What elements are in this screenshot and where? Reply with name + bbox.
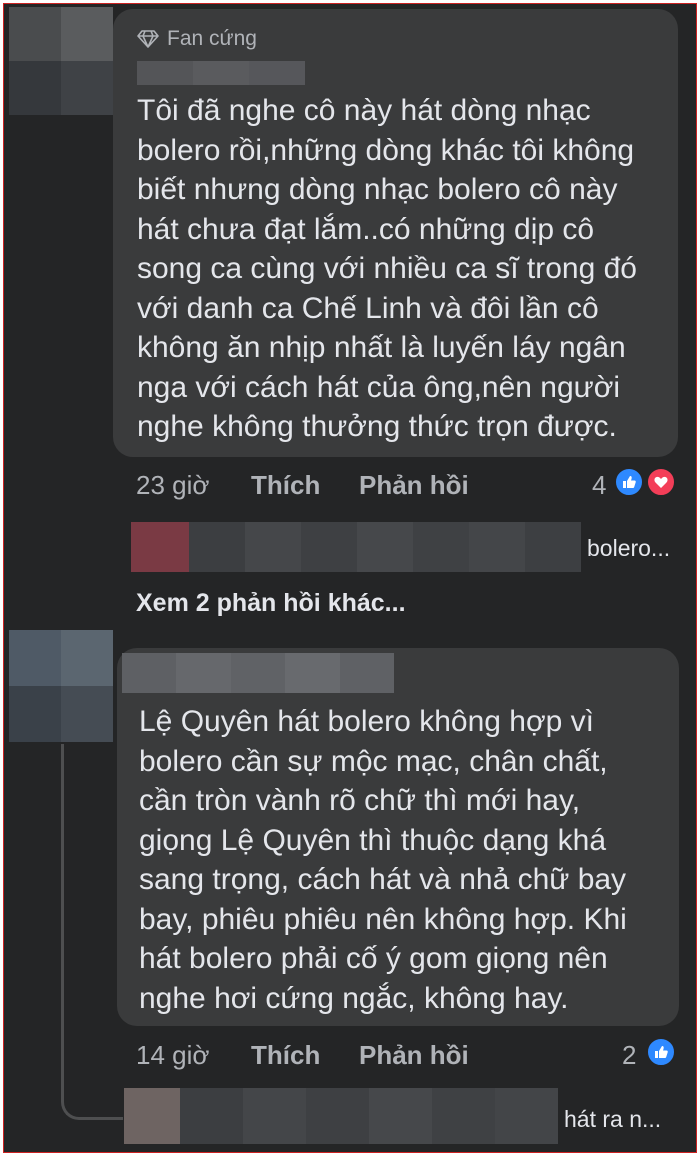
- comment-bubble: Lệ Quyên hát bolero không hợp vì bolero …: [117, 648, 679, 1026]
- reaction-count[interactable]: 2: [622, 1040, 636, 1071]
- avatar[interactable]: [9, 7, 113, 115]
- reply-preview-avatar[interactable]: [124, 1088, 180, 1144]
- thread-line: [61, 744, 64, 1079]
- diamond-icon: [137, 30, 159, 48]
- comment-time[interactable]: 23 giờ: [136, 470, 209, 501]
- comment-text: Tôi đã nghe cô này hát dòng nhạc bolero …: [137, 94, 637, 443]
- avatar[interactable]: [9, 630, 113, 742]
- reply-button[interactable]: Phản hồi: [359, 470, 469, 501]
- view-more-replies-link[interactable]: Xem 2 phản hồi khác...: [136, 589, 406, 618]
- comment-text: Lệ Quyên hát bolero không hợp vì bolero …: [139, 705, 627, 1015]
- thread-curve: [61, 1064, 123, 1120]
- comment-thread: Fan cứng Tôi đã nghe cô này hát dòng nhạ…: [3, 3, 697, 1153]
- comment-bubble: Fan cứng Tôi đã nghe cô này hát dòng nhạ…: [113, 9, 678, 457]
- top-fan-badge: Fan cứng: [137, 27, 257, 51]
- reply-button[interactable]: Phản hồi: [359, 1040, 469, 1071]
- badge-label: Fan cứng: [167, 27, 257, 50]
- like-button[interactable]: Thích: [251, 470, 320, 501]
- reply-preview-text[interactable]: hát ra n...: [564, 1106, 661, 1133]
- reaction-count[interactable]: 4: [592, 470, 606, 501]
- reply-preview-name[interactable]: [189, 522, 581, 572]
- commenter-name[interactable]: [122, 653, 395, 693]
- like-button[interactable]: Thích: [251, 1040, 320, 1071]
- comment-time[interactable]: 14 giờ: [136, 1040, 209, 1071]
- love-icon: [646, 467, 676, 497]
- like-icon: [614, 467, 644, 497]
- reply-preview-name[interactable]: [180, 1088, 558, 1144]
- commenter-name[interactable]: [137, 61, 305, 85]
- reply-preview-text[interactable]: bolero...: [587, 535, 670, 562]
- reply-preview-avatar[interactable]: [131, 522, 189, 572]
- like-icon: [646, 1037, 676, 1067]
